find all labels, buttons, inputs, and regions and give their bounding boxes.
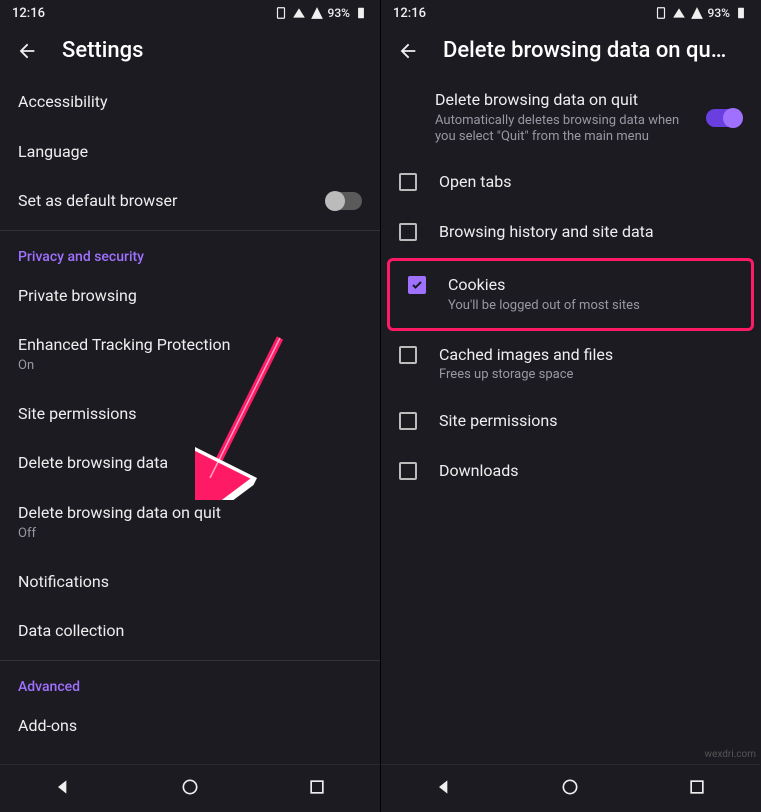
status-icons: 93%: [274, 6, 368, 20]
master-toggle[interactable]: [706, 109, 742, 127]
row-private-browsing[interactable]: Private browsing: [0, 271, 380, 321]
nav-back-icon[interactable]: [53, 777, 73, 801]
settings-pane: 12:16 93% Settings Accessibility Languag…: [0, 0, 380, 812]
nav-home-icon[interactable]: [560, 777, 580, 801]
nav-bar: [0, 764, 380, 812]
row-etp[interactable]: Enhanced Tracking Protection On: [0, 320, 380, 388]
default-browser-toggle[interactable]: [326, 192, 362, 210]
checkbox-history[interactable]: [399, 223, 417, 241]
clock: 12:16: [393, 6, 426, 21]
delete-options-list[interactable]: Delete browsing data on quit Automatical…: [381, 77, 760, 764]
status-bar: 12:16 93%: [0, 0, 380, 26]
nav-home-icon[interactable]: [180, 777, 200, 801]
status-icons: 93%: [654, 6, 748, 20]
checkbox-site-permissions[interactable]: [399, 412, 417, 430]
row-open-tabs[interactable]: Open tabs: [381, 158, 760, 208]
row-addons[interactable]: Add-ons: [0, 701, 380, 751]
settings-list[interactable]: Accessibility Language Set as default br…: [0, 77, 380, 764]
row-delete-quit[interactable]: Delete browsing data on quit Off: [0, 488, 380, 556]
row-delete-data[interactable]: Delete browsing data: [0, 438, 380, 488]
section-privacy: Privacy and security: [0, 235, 380, 271]
divider: [0, 660, 380, 661]
title-bar: Settings: [0, 26, 380, 77]
title-bar: Delete browsing data on qu…: [381, 26, 760, 77]
divider: [0, 230, 380, 231]
watermark: wexdri.com: [705, 749, 756, 760]
row-site-permissions[interactable]: Site permissions: [0, 389, 380, 439]
back-icon[interactable]: [397, 40, 419, 62]
nav-back-icon[interactable]: [434, 777, 454, 801]
clock: 12:16: [12, 6, 45, 21]
row-cache[interactable]: Cached images and files Frees up storage…: [381, 331, 760, 397]
row-notifications[interactable]: Notifications: [0, 557, 380, 607]
status-bar: 12:16 93%: [381, 0, 760, 26]
delete-data-pane: 12:16 93% Delete browsing data on qu… De…: [380, 0, 760, 812]
row-history[interactable]: Browsing history and site data: [381, 208, 760, 258]
page-title: Settings: [62, 38, 143, 63]
highlight-cookies: Cookies You'll be logged out of most sit…: [387, 258, 754, 330]
checkbox-cache[interactable]: [399, 346, 417, 364]
checkbox-downloads[interactable]: [399, 462, 417, 480]
row-data-collection[interactable]: Data collection: [0, 606, 380, 656]
nav-recent-icon[interactable]: [687, 777, 707, 801]
battery-percent: 93%: [708, 6, 730, 20]
back-icon[interactable]: [16, 40, 38, 62]
checkbox-cookies[interactable]: [408, 276, 426, 294]
row-accessibility[interactable]: Accessibility: [0, 77, 380, 127]
nav-recent-icon[interactable]: [307, 777, 327, 801]
page-title: Delete browsing data on qu…: [443, 38, 726, 63]
row-downloads[interactable]: Downloads: [381, 447, 760, 497]
nav-bar: [381, 764, 760, 812]
row-default-browser[interactable]: Set as default browser: [0, 176, 380, 226]
checkbox-open-tabs[interactable]: [399, 173, 417, 191]
section-advanced: Advanced: [0, 665, 380, 701]
row-language[interactable]: Language: [0, 127, 380, 177]
battery-percent: 93%: [328, 6, 350, 20]
row-master-toggle[interactable]: Delete browsing data on quit Automatical…: [381, 77, 760, 158]
row-cookies[interactable]: Cookies You'll be logged out of most sit…: [390, 261, 751, 327]
row-site-permissions[interactable]: Site permissions: [381, 397, 760, 447]
